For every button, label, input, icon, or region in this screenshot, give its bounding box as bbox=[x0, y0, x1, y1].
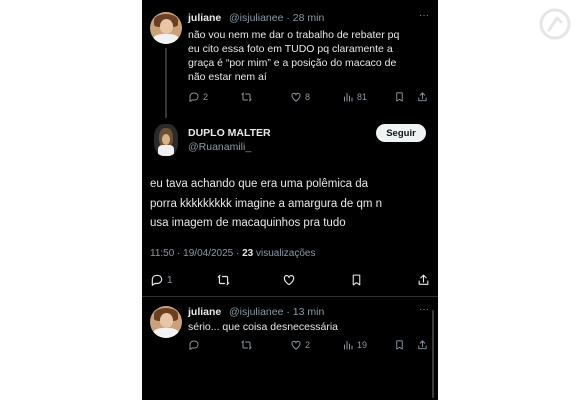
avatar-juliane[interactable] bbox=[150, 12, 182, 44]
views-count: 23 bbox=[242, 248, 254, 259]
retweet-icon bbox=[241, 340, 252, 350]
author-handle: @isjulianee · 28 min bbox=[229, 12, 325, 24]
views-icon bbox=[344, 341, 353, 350]
share-icon bbox=[418, 92, 427, 102]
bookmark-icon bbox=[396, 92, 403, 102]
avatar-juliane[interactable] bbox=[150, 306, 182, 338]
share-button[interactable] bbox=[417, 339, 428, 351]
divider bbox=[142, 296, 438, 297]
author-handle: @isjulianee · 13 min bbox=[229, 306, 325, 318]
author-name[interactable]: juliane bbox=[188, 306, 221, 318]
reply-icon bbox=[189, 92, 199, 102]
share-icon bbox=[418, 340, 427, 350]
like-icon bbox=[291, 340, 301, 350]
retweet-button[interactable] bbox=[240, 339, 253, 351]
bookmark-icon bbox=[396, 340, 403, 350]
follow-button[interactable]: Seguir bbox=[376, 124, 426, 142]
like-button[interactable] bbox=[282, 273, 296, 287]
reply-icon bbox=[189, 340, 199, 350]
like-button[interactable]: 8 bbox=[290, 91, 310, 103]
views-button[interactable]: 81 bbox=[342, 91, 367, 103]
avatar-duplo-malter[interactable] bbox=[154, 124, 178, 156]
tweet-time: · 28 min bbox=[286, 12, 325, 24]
author-handle[interactable]: @Ruanamili_ bbox=[188, 141, 251, 153]
author-name[interactable]: juliane bbox=[188, 12, 221, 24]
like-icon bbox=[291, 92, 301, 102]
share-button[interactable] bbox=[417, 91, 428, 103]
more-icon[interactable]: ··· bbox=[419, 10, 429, 21]
reply-button[interactable]: 2 bbox=[188, 91, 208, 103]
reply-icon bbox=[151, 274, 163, 286]
retweet-icon bbox=[217, 274, 230, 286]
scrollbar[interactable] bbox=[432, 310, 434, 398]
bookmark-icon bbox=[352, 274, 361, 286]
share-icon bbox=[418, 274, 429, 285]
views-icon bbox=[344, 93, 353, 102]
tweet-timestamp: 11:50 · 19/04/2025 · bbox=[150, 248, 240, 259]
tweet-text: não vou nem me dar o trabalho de rebater… bbox=[188, 29, 400, 83]
tweet-metadata: 11:50 · 19/04/2025 · 23 visualizações bbox=[150, 248, 316, 259]
tweet-time: · 13 min bbox=[286, 306, 325, 318]
bookmark-button[interactable] bbox=[394, 339, 405, 351]
tweet-text: eu tava achando que era uma polêmica da … bbox=[150, 178, 383, 229]
author-name[interactable]: DUPLO MALTER bbox=[188, 127, 271, 139]
bookmark-button[interactable] bbox=[350, 273, 363, 287]
more-icon[interactable]: ··· bbox=[419, 304, 429, 315]
share-button[interactable] bbox=[417, 273, 430, 287]
like-icon bbox=[283, 275, 295, 286]
bookmark-button[interactable] bbox=[394, 91, 405, 103]
retweet-icon bbox=[241, 92, 252, 102]
retweet-button[interactable] bbox=[216, 273, 231, 287]
watermark-logo-icon bbox=[539, 8, 571, 40]
reply-button[interactable] bbox=[188, 339, 200, 351]
tweet-text: sério... que coisa desnecessária bbox=[188, 321, 338, 333]
reply-button[interactable]: 1 bbox=[150, 273, 173, 287]
views-button[interactable]: 19 bbox=[342, 339, 367, 351]
retweet-button[interactable] bbox=[240, 91, 253, 103]
views-label: visualizações bbox=[256, 248, 316, 259]
thread-line bbox=[165, 48, 167, 118]
like-button[interactable]: 2 bbox=[290, 339, 310, 351]
twitter-thread-screen: juliane @isjulianee · 28 min ··· não vou… bbox=[142, 0, 438, 400]
